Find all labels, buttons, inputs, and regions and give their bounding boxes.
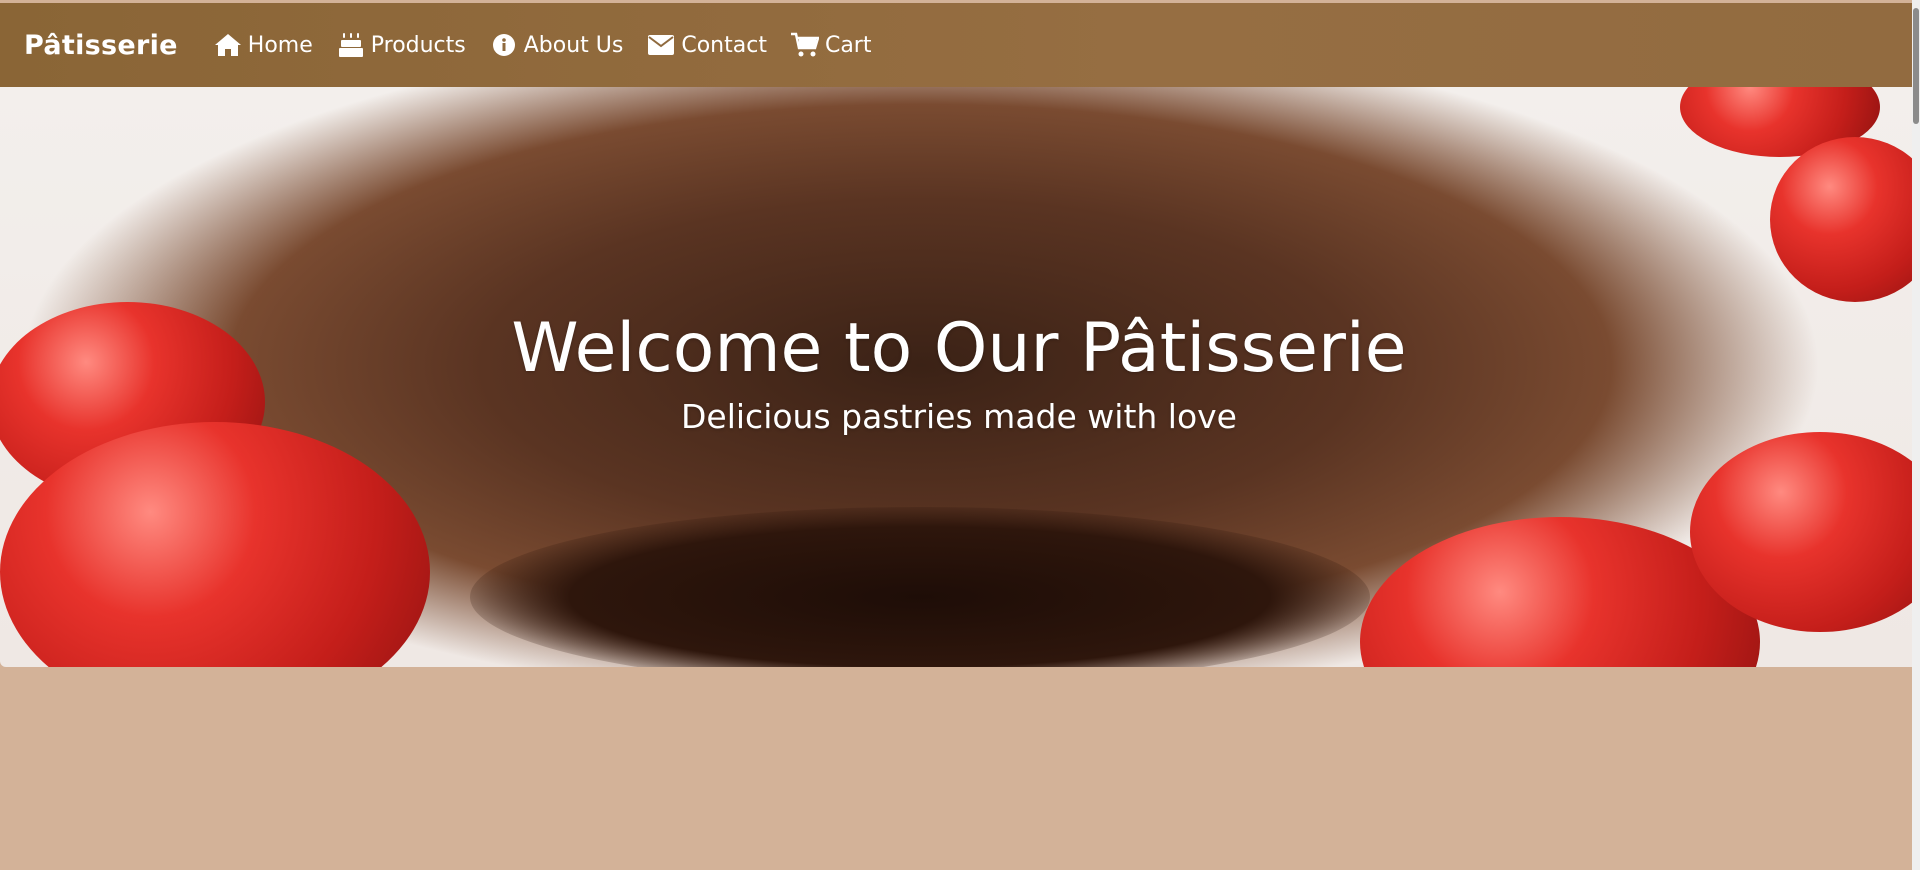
page-scrollbar[interactable] — [1912, 0, 1920, 870]
nav-link-products[interactable]: Products — [337, 31, 466, 59]
hero-banner: Welcome to Our Pâtisserie Delicious past… — [0, 87, 1918, 667]
home-icon — [214, 31, 242, 59]
hero-subtitle: Delicious pastries made with love — [681, 397, 1237, 436]
cake-icon — [337, 31, 365, 59]
nav-link-home[interactable]: Home — [214, 31, 313, 59]
nav-link-label: About Us — [523, 32, 624, 58]
hero-text: Welcome to Our Pâtisserie Delicious past… — [0, 309, 1918, 439]
hero-title: Welcome to Our Pâtisserie — [511, 309, 1407, 388]
nav-link-label: Home — [247, 32, 313, 58]
hero-image-cake — [470, 507, 1370, 667]
nav-link-contact[interactable]: Contact — [647, 31, 767, 59]
nav-link-label: Contact — [681, 32, 767, 58]
scrollbar-thumb[interactable] — [1913, 8, 1919, 124]
navbar: Pâtisserie Home Products About Us Contac… — [0, 3, 1912, 87]
nav-link-label: Cart — [824, 32, 872, 58]
info-icon — [490, 31, 518, 59]
cart-icon — [790, 31, 819, 59]
nav-links: Home Products About Us Contact Cart — [214, 31, 896, 59]
page: Pâtisserie Home Products About Us Contac… — [0, 0, 1920, 870]
nav-link-about[interactable]: About Us — [490, 31, 624, 59]
hero-image-raspberry — [1770, 137, 1918, 302]
nav-link-cart[interactable]: Cart — [790, 31, 872, 59]
brand-logo[interactable]: Pâtisserie — [24, 30, 178, 61]
nav-link-label: Products — [370, 32, 466, 58]
envelope-icon — [647, 31, 675, 59]
